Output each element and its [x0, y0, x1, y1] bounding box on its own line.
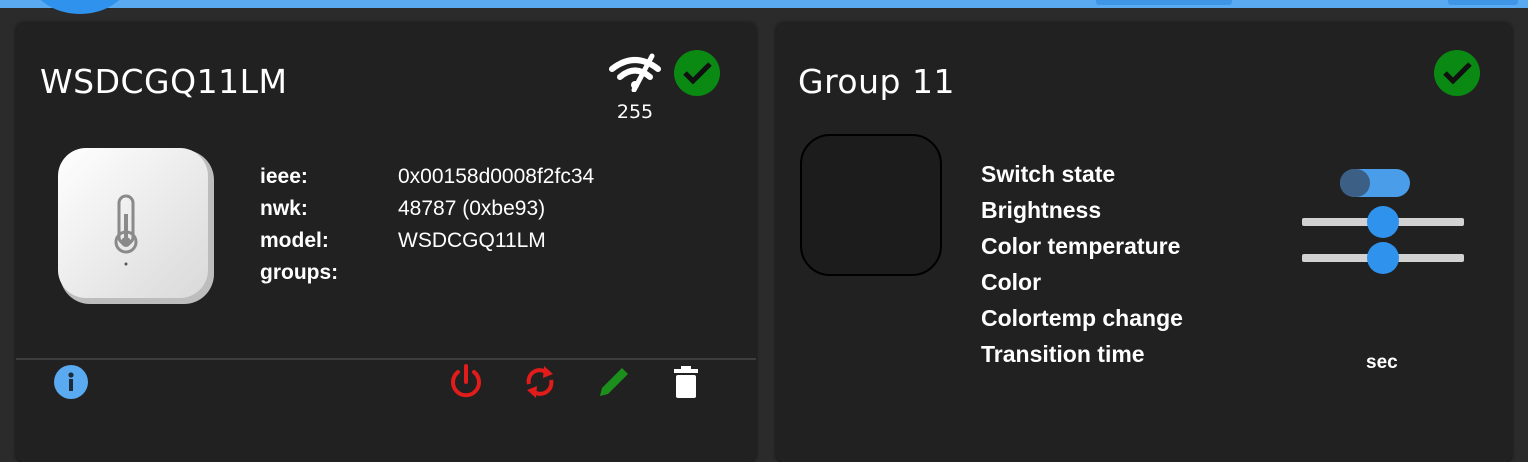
thermometer-sensor-icon	[58, 148, 214, 304]
trash-icon[interactable]	[666, 362, 706, 402]
color-temperature-label: Color temperature	[981, 233, 1181, 259]
color-temperature-slider[interactable]	[1302, 240, 1464, 276]
check-circle-icon	[674, 50, 720, 96]
group-card: Group 11 Switch state Brightness Color t…	[776, 22, 1512, 462]
brightness-label: Brightness	[981, 197, 1102, 223]
slider-thumb[interactable]	[1367, 206, 1399, 238]
pencil-icon[interactable]	[594, 362, 634, 402]
power-icon[interactable]	[446, 362, 486, 402]
property-row: ieee: 0x00158d0008f2fc34	[260, 165, 594, 197]
device-properties: ieee: 0x00158d0008f2fc34 nwk: 48787 (0xb…	[260, 165, 594, 293]
groups-label: groups:	[260, 261, 339, 284]
nwk-value: 48787 (0xbe93)	[398, 197, 546, 220]
top-bar-button[interactable]	[1096, 0, 1232, 5]
nwk-label: nwk:	[260, 197, 308, 220]
device-title: WSDCGQ11LM	[40, 62, 288, 101]
link-quality-value: 255	[616, 101, 654, 123]
toggle-thumb	[1340, 169, 1370, 197]
top-bar-button[interactable]	[1448, 0, 1518, 5]
property-row: nwk: 48787 (0xbe93)	[260, 197, 594, 229]
color-swatch[interactable]	[800, 134, 942, 276]
info-icon[interactable]	[54, 365, 88, 399]
card-divider	[16, 358, 756, 360]
ieee-value: 0x00158d0008f2fc34	[398, 165, 595, 188]
model-value: WSDCGQ11LM	[398, 229, 546, 252]
property-row: groups:	[260, 261, 594, 293]
switch-state-toggle[interactable]	[1340, 169, 1410, 197]
switch-state-label: Switch state	[981, 161, 1116, 187]
ieee-label: ieee:	[260, 165, 308, 188]
brightness-slider[interactable]	[1302, 204, 1464, 240]
property-row: model: WSDCGQ11LM	[260, 229, 594, 261]
transition-unit: sec	[1366, 352, 1398, 373]
color-label: Color	[981, 269, 1042, 295]
transition-time-label: Transition time	[981, 341, 1145, 367]
group-properties: Switch state Brightness Color temperatur…	[981, 161, 1183, 377]
top-app-bar	[0, 0, 1528, 8]
slider-thumb[interactable]	[1367, 242, 1399, 274]
colortemp-change-label: Colortemp change	[981, 305, 1183, 331]
device-card: WSDCGQ11LM 255 ieee: 0x00158d0008f2fc34	[16, 22, 756, 462]
check-circle-icon	[1434, 50, 1480, 96]
refresh-icon[interactable]	[520, 362, 560, 402]
model-label: model:	[260, 229, 329, 252]
group-title: Group 11	[798, 62, 955, 101]
wifi-signal-icon	[609, 53, 661, 92]
